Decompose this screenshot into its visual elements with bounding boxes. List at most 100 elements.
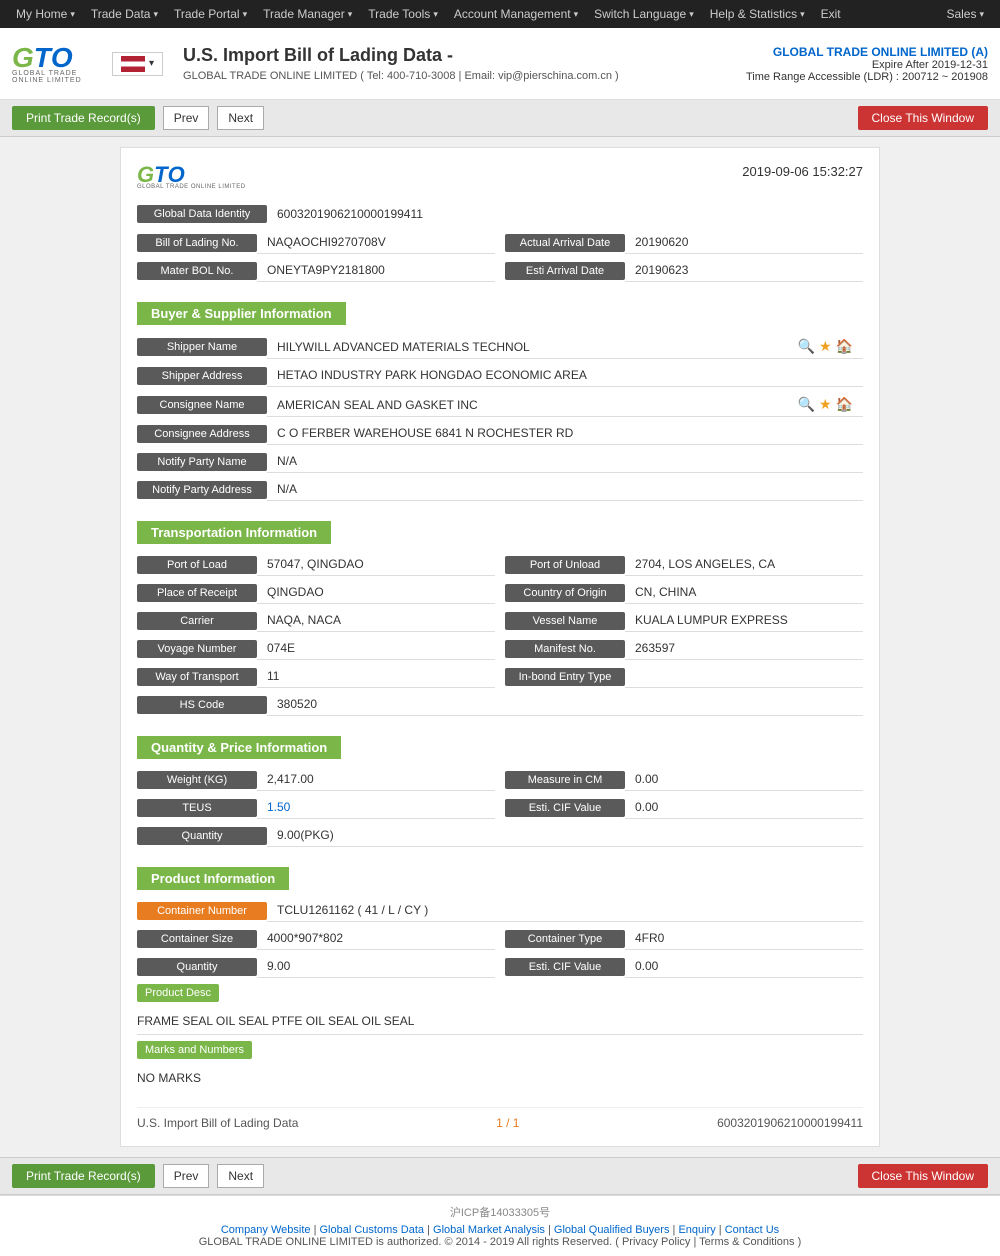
product-esti-cif-label: Esti. CIF Value	[505, 958, 625, 976]
star-icon[interactable]: ★	[819, 396, 832, 413]
nav-trade-manager[interactable]: Trade Manager ▾	[255, 7, 360, 21]
consignee-address-row: Consignee Address C O FERBER WAREHOUSE 6…	[137, 423, 863, 445]
voyage-number-label: Voyage Number	[137, 640, 257, 658]
weight-measure-row: Weight (KG) 2,417.00 Measure in CM 0.00	[137, 769, 863, 791]
header-center: U.S. Import Bill of Lading Data - GLOBAL…	[163, 45, 746, 82]
next-button-top[interactable]: Next	[217, 106, 264, 130]
product-desc-label: Product Desc	[137, 984, 219, 1002]
record-card: GTO GLOBAL TRADE ONLINE LIMITED 2019-09-…	[120, 147, 880, 1147]
company-logo: GTO GLOBAL TRADE ONLINE LIMITED	[12, 39, 102, 89]
esti-cif-label: Esti. CIF Value	[505, 799, 625, 817]
place-of-receipt-value: QINGDAO	[257, 582, 495, 604]
chevron-down-icon: ▾	[689, 9, 694, 20]
bol-arrival-row: Bill of Lading No. NAQAOCHI9270708V Actu…	[137, 232, 863, 254]
product-esti-cif-value: 0.00	[625, 956, 863, 978]
port-of-unload-value: 2704, LOS ANGELES, CA	[625, 554, 863, 576]
star-icon[interactable]: ★	[819, 338, 832, 355]
footer-page: 1 / 1	[496, 1116, 519, 1130]
footer-link-enquiry[interactable]: Enquiry	[678, 1224, 715, 1236]
global-data-identity-label: Global Data Identity	[137, 205, 267, 223]
chevron-down-icon: ▾	[433, 9, 438, 20]
transportation-section-header: Transportation Information	[137, 521, 331, 544]
notify-party-name-value: N/A	[267, 451, 863, 473]
shipper-name-label: Shipper Name	[137, 338, 267, 356]
header-bar: GTO GLOBAL TRADE ONLINE LIMITED ▾ U.S. I…	[0, 28, 1000, 100]
way-of-transport-label: Way of Transport	[137, 668, 257, 686]
footer-link-company-website[interactable]: Company Website	[221, 1224, 311, 1236]
bol-value: NAQAOCHI9270708V	[257, 232, 495, 254]
container-size-type-row: Container Size 4000*907*802 Container Ty…	[137, 928, 863, 950]
notify-party-name-row: Notify Party Name N/A	[137, 451, 863, 473]
product-quantity-field: Quantity 9.00	[137, 956, 495, 978]
notify-party-name-label: Notify Party Name	[137, 453, 267, 471]
manifest-no-field: Manifest No. 263597	[505, 638, 863, 660]
country-of-origin-label: Country of Origin	[505, 584, 625, 602]
chevron-down-icon: ▾	[800, 9, 805, 20]
footer-link-global-customs[interactable]: Global Customs Data	[320, 1224, 425, 1236]
shipper-name-row: Shipper Name HILYWILL ADVANCED MATERIALS…	[137, 335, 863, 359]
nav-account-management[interactable]: Account Management ▾	[446, 7, 586, 21]
page-title: U.S. Import Bill of Lading Data -	[183, 45, 746, 66]
transport-inbond-row: Way of Transport 11 In-bond Entry Type	[137, 666, 863, 688]
shipper-name-value-container: HILYWILL ADVANCED MATERIALS TECHNOL 🔍 ★ …	[267, 335, 863, 359]
teus-value: 1.50	[257, 797, 495, 819]
print-button-top[interactable]: Print Trade Record(s)	[12, 106, 155, 130]
chevron-down-icon: ▾	[153, 9, 158, 20]
nav-switch-language[interactable]: Switch Language ▾	[586, 7, 702, 21]
footer-link-qualified-buyers[interactable]: Global Qualified Buyers	[554, 1224, 670, 1236]
product-desc-value: FRAME SEAL OIL SEAL PTFE OIL SEAL OIL SE…	[137, 1008, 863, 1035]
language-selector[interactable]: ▾	[112, 52, 163, 76]
search-icon[interactable]: 🔍	[798, 396, 815, 413]
home-icon[interactable]: 🏠	[836, 338, 853, 355]
home-icon[interactable]: 🏠	[836, 396, 853, 413]
container-number-label: Container Number	[137, 902, 267, 920]
consignee-name-value-container: AMERICAN SEAL AND GASKET INC 🔍 ★ 🏠	[267, 393, 863, 417]
expire-date: Expire After 2019-12-31	[746, 59, 988, 71]
esti-cif-value: 0.00	[625, 797, 863, 819]
nav-sales[interactable]: Sales ▾	[938, 7, 992, 21]
nav-trade-portal[interactable]: Trade Portal ▾	[166, 7, 255, 21]
nav-my-home[interactable]: My Home ▾	[8, 7, 83, 21]
close-button-top[interactable]: Close This Window	[858, 106, 988, 130]
site-footer: 沪ICP备14033305号 Company Website | Global …	[0, 1195, 1000, 1256]
record-timestamp: 2019-09-06 15:32:27	[742, 164, 863, 179]
product-quantity-cif-row: Quantity 9.00 Esti. CIF Value 0.00	[137, 956, 863, 978]
next-button-bottom[interactable]: Next	[217, 1164, 264, 1188]
record-header: GTO GLOBAL TRADE ONLINE LIMITED 2019-09-…	[137, 164, 863, 190]
container-type-value: 4FR0	[625, 928, 863, 950]
top-navigation: My Home ▾ Trade Data ▾ Trade Portal ▾ Tr…	[0, 0, 1000, 28]
close-button-bottom[interactable]: Close This Window	[858, 1164, 988, 1188]
footer-link-contact[interactable]: Contact Us	[725, 1224, 779, 1236]
chevron-down-icon: ▾	[243, 9, 248, 20]
way-of-transport-value: 11	[257, 666, 495, 688]
nav-trade-tools[interactable]: Trade Tools ▾	[360, 7, 446, 21]
account-company-name: GLOBAL TRADE ONLINE LIMITED (A)	[746, 45, 988, 59]
print-button-bottom[interactable]: Print Trade Record(s)	[12, 1164, 155, 1188]
container-size-field: Container Size 4000*907*802	[137, 928, 495, 950]
consignee-address-label: Consignee Address	[137, 425, 267, 443]
search-icon[interactable]: 🔍	[798, 338, 815, 355]
shipper-address-label: Shipper Address	[137, 367, 267, 385]
nav-trade-data[interactable]: Trade Data ▾	[83, 7, 166, 21]
shipper-address-value: HETAO INDUSTRY PARK HONGDAO ECONOMIC ARE…	[267, 365, 863, 387]
footer-link-market-analysis[interactable]: Global Market Analysis	[433, 1224, 545, 1236]
container-type-field: Container Type 4FR0	[505, 928, 863, 950]
consignee-name-value: AMERICAN SEAL AND GASKET INC	[277, 398, 478, 412]
nav-exit[interactable]: Exit	[813, 7, 849, 21]
main-content: GTO GLOBAL TRADE ONLINE LIMITED 2019-09-…	[0, 137, 1000, 1157]
company-info: GLOBAL TRADE ONLINE LIMITED ( Tel: 400-7…	[183, 70, 746, 82]
notify-party-address-label: Notify Party Address	[137, 481, 267, 499]
master-bol-label: Mater BOL No.	[137, 262, 257, 280]
vessel-name-value: KUALA LUMPUR EXPRESS	[625, 610, 863, 632]
record-footer: U.S. Import Bill of Lading Data 1 / 1 60…	[137, 1107, 863, 1130]
voyage-manifest-row: Voyage Number 074E Manifest No. 263597	[137, 638, 863, 660]
global-data-identity-value: 6003201906210000199411	[267, 204, 433, 224]
prev-button-top[interactable]: Prev	[163, 106, 210, 130]
nav-help-statistics[interactable]: Help & Statistics ▾	[702, 7, 813, 21]
hs-code-value: 380520	[267, 694, 863, 716]
prev-button-bottom[interactable]: Prev	[163, 1164, 210, 1188]
us-flag-icon	[121, 56, 145, 72]
place-of-receipt-field: Place of Receipt QINGDAO	[137, 582, 495, 604]
hs-code-label: HS Code	[137, 696, 267, 714]
weight-value: 2,417.00	[257, 769, 495, 791]
